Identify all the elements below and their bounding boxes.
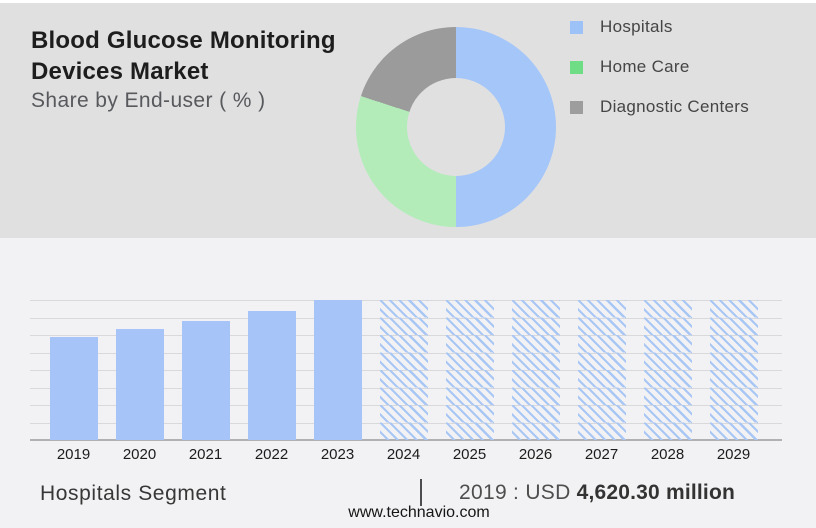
x-axis-label-2025: 2025	[452, 446, 487, 463]
legend-item-hospitals: Hospitals	[570, 16, 749, 38]
forecast-bar-2029	[709, 300, 758, 440]
x-axis-label-2019: 2019	[56, 446, 91, 463]
legend-label: Diagnostic Centers	[600, 97, 750, 116]
page-subtitle: Share by End-user ( % )	[31, 89, 266, 112]
x-axis-label-2026: 2026	[518, 446, 553, 463]
donut-hole	[407, 78, 505, 176]
x-axis-label-2021: 2021	[188, 446, 223, 463]
value-caption-amount: 4,620.30 million	[576, 481, 736, 504]
segment-panel: 2019 2020 2021 2022 2023 2024 2025 2026 2027 2028…	[0, 238, 816, 528]
legend-label: Hospitals	[600, 17, 673, 36]
caption-separator	[420, 479, 422, 506]
x-axis-label-2027: 2027	[584, 446, 619, 463]
x-axis-label-2028: 2028	[650, 446, 685, 463]
value-caption-prefix: 2019 : USD	[459, 481, 571, 504]
legend-item-home-care: Home Care	[570, 56, 749, 78]
bar-2023	[313, 300, 362, 440]
forecast-bar-2026	[511, 300, 560, 440]
forecast-bar-2028	[643, 300, 692, 440]
x-axis-label-2022: 2022	[254, 446, 289, 463]
infographic-canvas: Blood Glucose Monitoring Devices Market …	[0, 0, 816, 528]
share-panel: Blood Glucose Monitoring Devices Market …	[0, 3, 816, 238]
bar-2019	[49, 336, 98, 440]
forecast-bar-2024	[379, 300, 428, 440]
chart-legend: Hospitals Home Care Diagnostic Centers	[570, 16, 749, 136]
segment-label: Hospitals Segment	[40, 482, 227, 505]
legend-label: Home Care	[600, 57, 690, 76]
bar-chart: 2019 2020 2021 2022 2023 2024 2025 2026 2027 2028…	[0, 238, 816, 473]
bar-2020	[115, 328, 164, 440]
page-title: Blood Glucose Monitoring Devices Market	[31, 27, 336, 85]
website-link: www.technavio.com	[348, 504, 490, 521]
legend-swatch-home-care	[570, 60, 583, 74]
forecast-bar-2027	[577, 300, 626, 440]
x-axis-label-2029: 2029	[716, 446, 751, 463]
x-axis-label-2024: 2024	[386, 446, 421, 463]
x-axis-label-2023: 2023	[320, 446, 355, 463]
legend-item-diagnostic-centers: Diagnostic Centers	[570, 96, 749, 118]
forecast-bar-2025	[445, 300, 494, 440]
bar-2021	[181, 320, 230, 440]
legend-swatch-hospitals	[570, 20, 583, 34]
x-axis-label-2020: 2020	[122, 446, 157, 463]
legend-swatch-diagnostic-centers	[570, 100, 583, 114]
donut-chart	[356, 27, 556, 227]
value-caption: 2019 : USD 4,620.30 million	[459, 481, 735, 505]
bar-2022	[247, 310, 296, 440]
